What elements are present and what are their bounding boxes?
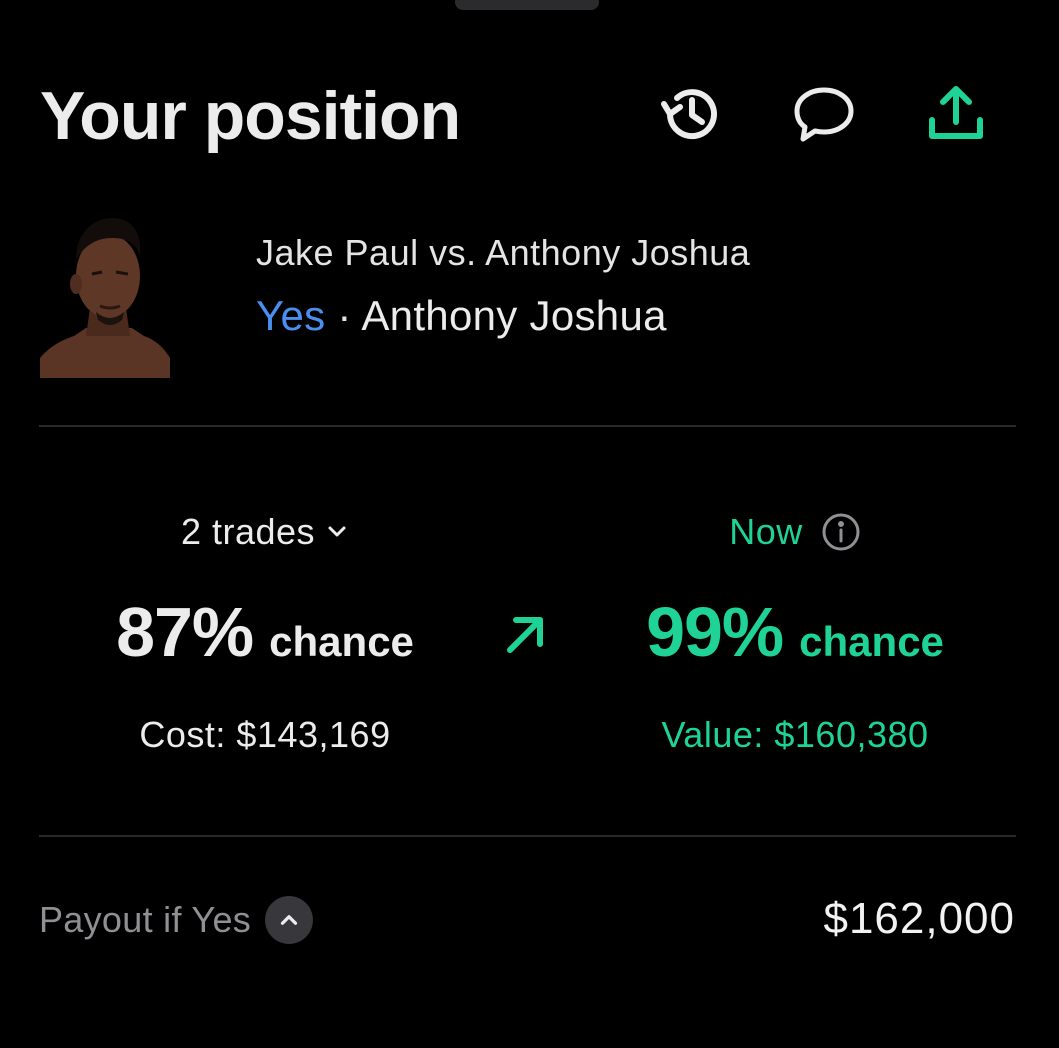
trades-dropdown[interactable]: 2 trades [60, 510, 470, 554]
now-header: Now [590, 510, 1000, 554]
chevron-up-icon [280, 915, 298, 925]
payout-value: $162,000 [823, 894, 1015, 943]
payout-label: Payout if Yes [39, 899, 252, 940]
trades-label: 2 trades [180, 511, 316, 552]
history-button[interactable] [656, 78, 728, 150]
outcome-name: Anthony Joshua [361, 292, 667, 339]
current-percent: 99% [646, 593, 784, 671]
page-title: Your position [40, 78, 461, 154]
market-title: Jake Paul vs. Anthony Joshua [256, 232, 751, 273]
share-upload-icon [929, 86, 983, 139]
comment-icon [794, 87, 854, 142]
sheet-drag-handle[interactable] [455, 0, 599, 10]
divider [39, 835, 1016, 837]
share-button[interactable] [920, 78, 992, 150]
chevron-down-icon [325, 520, 349, 544]
comment-button[interactable] [788, 78, 860, 150]
now-label: Now [729, 511, 803, 552]
entry-chance-word: chance [269, 618, 414, 665]
entry-chance: 87% chance [60, 592, 470, 676]
info-icon[interactable] [821, 512, 861, 552]
outcome-side: Yes [256, 292, 326, 339]
cost-text: Cost: $143,169 [139, 714, 391, 755]
arrow-up-right-icon [507, 617, 543, 653]
outcome-line: Yes · Anthony Joshua [256, 292, 667, 340]
payout-row: Payout if Yes [39, 896, 314, 944]
payout-toggle-button[interactable] [265, 896, 314, 944]
entry-percent: 87% [116, 593, 254, 671]
fighter-portrait [40, 218, 170, 378]
current-chance: 99% chance [590, 592, 1000, 676]
value-text: Value: $160,380 [661, 714, 929, 755]
divider [39, 425, 1016, 427]
history-icon [661, 89, 717, 140]
current-chance-word: chance [799, 618, 944, 665]
outcome-separator: · [337, 292, 352, 339]
